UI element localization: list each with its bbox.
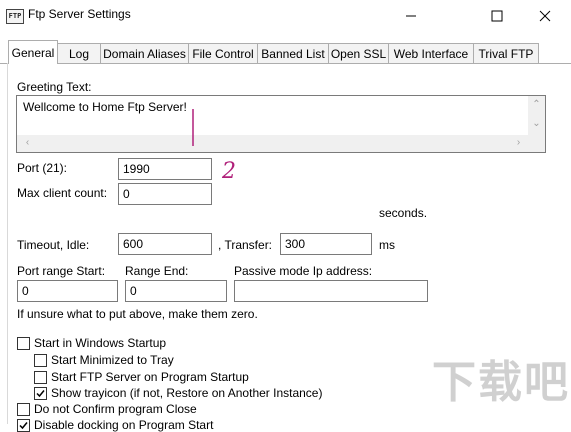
checkbox[interactable] (17, 336, 30, 350)
option-start-in-windows-startup[interactable]: Start in Windows Startup (17, 336, 166, 350)
handwritten-annotation: 2 (222, 159, 236, 184)
max-clients-input[interactable] (118, 183, 212, 205)
port-range-start-input[interactable] (17, 280, 118, 302)
tab-panel-left-border (7, 63, 8, 424)
option-label: Disable docking on Program Start (34, 418, 214, 432)
watermark-logo: 下载吧 (432, 357, 570, 408)
greeting-textarea[interactable]: Wellcome to Home Ftp Server! ⌃ ⌄ ‹ › (16, 95, 546, 153)
greeting-horizontal-scrollbar[interactable]: ‹ › (17, 135, 529, 152)
ms-unit-label: ms (379, 238, 395, 252)
transfer-label: , Transfer: (218, 238, 273, 252)
hint-text: If unsure what to put above, make them z… (17, 307, 258, 321)
app-icon: FTP (6, 9, 24, 24)
tab-open-ssl[interactable]: Open SSL (328, 43, 389, 63)
checkbox-checked[interactable] (34, 386, 47, 400)
port-label: Port (21): (17, 161, 68, 175)
tab-web-interface[interactable]: Web Interface (388, 43, 474, 63)
maximize-button[interactable] (474, 0, 520, 32)
option-start-ftp-server-on-startup[interactable]: Start FTP Server on Program Startup (34, 370, 249, 384)
timeout-idle-input[interactable] (118, 233, 212, 255)
port-range-start-label: Port range Start: (17, 264, 106, 278)
window-title: Ftp Server Settings (28, 7, 131, 21)
seconds-label: seconds. (379, 206, 428, 220)
checkmark-icon (36, 389, 45, 397)
timeout-transfer-input[interactable] (280, 233, 372, 255)
option-label: Start Minimized to Tray (51, 353, 174, 367)
option-show-trayicon[interactable]: Show trayicon (if not, Restore on Anothe… (34, 386, 322, 400)
checkbox-checked[interactable] (17, 418, 30, 432)
tab-panel-border (0, 63, 571, 64)
scroll-up-icon[interactable]: ⌃ (528, 99, 545, 111)
tab-trival-ftp[interactable]: Trival FTP (473, 43, 539, 63)
minimize-button[interactable] (388, 0, 434, 32)
max-clients-label: Max client count: (17, 186, 108, 200)
option-label: Show trayicon (if not, Restore on Anothe… (51, 386, 323, 400)
option-label: Start in Windows Startup (34, 336, 167, 350)
checkbox[interactable] (34, 370, 47, 384)
tab-file-control[interactable]: File Control (188, 43, 258, 63)
checkbox[interactable] (34, 353, 47, 367)
tab-banned-list[interactable]: Banned List (257, 43, 329, 63)
timeout-idle-label: Timeout, Idle: (17, 238, 90, 252)
port-input[interactable] (118, 158, 212, 180)
range-end-input[interactable] (125, 280, 227, 302)
tab-general[interactable]: General (8, 40, 58, 64)
scrollbar-corner (528, 135, 545, 152)
option-label: Start FTP Server on Program Startup (51, 370, 249, 384)
tab-domain-aliases[interactable]: Domain Aliases (100, 43, 189, 63)
scroll-right-icon[interactable]: › (510, 137, 527, 149)
maximize-icon (491, 10, 503, 22)
close-icon (539, 10, 551, 22)
scroll-left-icon[interactable]: ‹ (19, 137, 36, 149)
passive-ip-input[interactable] (234, 280, 428, 302)
close-button[interactable] (522, 0, 568, 32)
option-label: Do not Confirm program Close (34, 402, 197, 416)
greeting-text: Wellcome to Home Ftp Server! (23, 100, 187, 114)
range-end-label: Range End: (125, 264, 189, 278)
checkmark-icon (19, 421, 28, 429)
checkbox[interactable] (17, 402, 30, 416)
option-disable-docking[interactable]: Disable docking on Program Start (17, 418, 213, 432)
pen-cursor-mark (192, 109, 194, 146)
option-do-not-confirm-close[interactable]: Do not Confirm program Close (17, 402, 197, 416)
option-start-minimized-to-tray[interactable]: Start Minimized to Tray (34, 353, 174, 367)
minimize-icon (406, 15, 416, 17)
scroll-down-icon[interactable]: ⌄ (528, 118, 545, 130)
tab-log[interactable]: Log (57, 43, 101, 63)
greeting-label: Greeting Text: (17, 80, 92, 94)
tab-strip: General Log Domain Aliases File Control … (0, 40, 571, 64)
passive-ip-label: Passive mode Ip address: (234, 264, 373, 278)
